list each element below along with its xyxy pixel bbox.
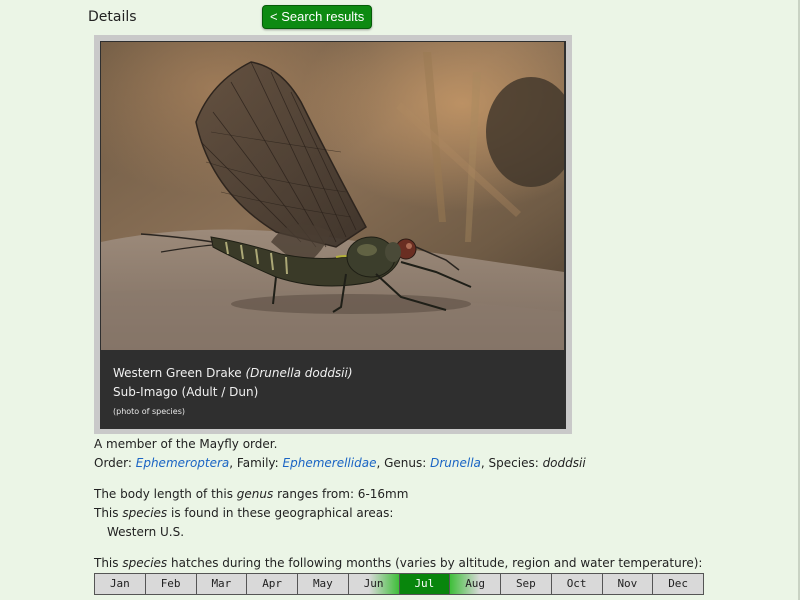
month-jun: Jun [348, 574, 400, 594]
search-results-button[interactable]: < Search results [262, 5, 373, 29]
geography-text: This species is found in these geographi… [94, 506, 393, 520]
body-length-text: The body length of this genus ranges fro… [94, 487, 408, 501]
scientific-name: (Drunella doddsii) [245, 366, 353, 380]
family-link[interactable]: Ephemerellidae [283, 456, 377, 470]
hatch-suffix: hatches during the following months (var… [167, 556, 703, 570]
family-label: , Family: [229, 456, 283, 470]
hatch-months-bar: Jan Feb Mar Apr May Jun Jul Aug Sep Oct … [94, 573, 704, 595]
month-sep: Sep [501, 574, 552, 594]
mayfly-photo[interactable] [101, 42, 564, 350]
order-label: Order: [94, 456, 136, 470]
hatch-species-word: species [122, 556, 168, 570]
details-page: Details < Search results Western Green D… [0, 0, 800, 600]
length-suffix: ranges from: 6-16mm [273, 487, 409, 501]
genus-label: , Genus: [376, 456, 431, 470]
month-jan: Jan [95, 574, 146, 594]
month-apr: Apr [247, 574, 298, 594]
species-name: doddsii [542, 456, 586, 470]
order-link[interactable]: Ephemeroptera [136, 456, 230, 470]
hatch-prefix: This [94, 556, 123, 570]
month-oct: Oct [551, 574, 603, 594]
page-title: Details [88, 9, 137, 25]
mayfly-photo-illustration [101, 42, 564, 350]
month-aug: Aug [450, 574, 501, 594]
photo-caption-stage: Sub-Imago (Adult / Dun) [113, 385, 259, 399]
month-feb: Feb [145, 574, 197, 594]
month-nov: Nov [602, 574, 654, 594]
length-prefix: The body length of this [94, 487, 237, 501]
photo-panel: Western Green Drake (Drunella doddsii) S… [100, 41, 566, 429]
common-name: Western Green Drake [113, 366, 242, 380]
genus-link[interactable]: Drunella [430, 456, 481, 470]
taxonomy-line: Order: Ephemeroptera, Family: Ephemerell… [94, 456, 586, 470]
month-may: May [298, 574, 349, 594]
order-member-text: A member of the Mayfly order. [94, 437, 278, 451]
photo-caption-note: (photo of species) [113, 407, 185, 416]
areas-species-word: species [122, 506, 168, 520]
species-label: , Species: [480, 456, 543, 470]
geographic-area-item: Western U.S. [107, 525, 185, 539]
photo-frame: Western Green Drake (Drunella doddsii) S… [94, 35, 572, 434]
areas-suffix: is found in these geographical areas: [167, 506, 394, 520]
photo-caption-name: Western Green Drake (Drunella doddsii) [113, 366, 353, 380]
month-mar: Mar [196, 574, 248, 594]
length-genus-word: genus [236, 487, 274, 501]
month-jul: Jul [399, 574, 451, 594]
hatch-text: This species hatches during the followin… [94, 556, 702, 570]
month-dec: Dec [653, 574, 703, 594]
areas-prefix: This [94, 506, 123, 520]
